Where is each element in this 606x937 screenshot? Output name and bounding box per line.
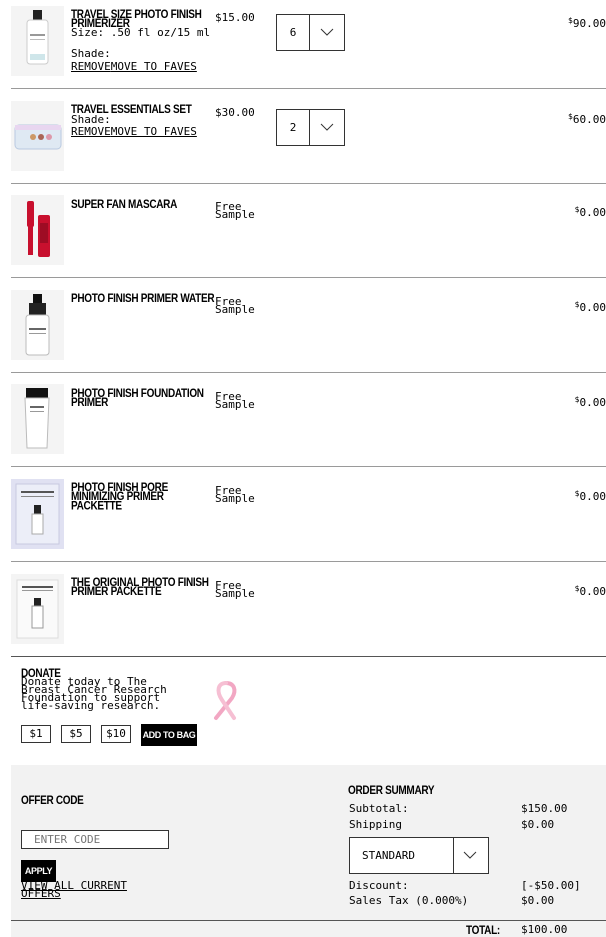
divider [11, 656, 606, 657]
total-value: $100.00 [521, 923, 568, 936]
product-name[interactable]: PHOTO FINISH PORE MINIMIZING PRIMER PACK… [71, 482, 216, 512]
product-image[interactable] [11, 195, 64, 265]
subtotal-label: Subtotal: [349, 802, 409, 815]
line-total: $0.00 [575, 488, 606, 502]
unit-price: Free Sample [215, 579, 255, 600]
donate-amount-1[interactable]: $1 [21, 725, 51, 743]
size-label: Size: [71, 26, 105, 39]
line-total: $60.00 [568, 111, 606, 125]
quantity-select[interactable]: 2 [276, 109, 345, 146]
product-name[interactable]: PHOTO FINISH FOUNDATION PRIMER [71, 388, 216, 409]
line-total: $90.00 [568, 15, 606, 29]
cart-item: PHOTO FINISH PRIMER WATER Free Sample $0… [11, 278, 606, 372]
product-name[interactable]: PHOTO FINISH PRIMER WATER [71, 293, 216, 305]
move-to-faves-link[interactable]: MOVE TO FAVES [111, 60, 197, 73]
quantity-value: 6 [289, 26, 297, 39]
line-total-value: 0.00 [579, 585, 606, 598]
total-label: TOTAL: [466, 925, 500, 937]
line-total: $0.00 [575, 394, 606, 408]
unit-price: Free Sample [215, 295, 255, 316]
sales-tax-value: $0.00 [521, 894, 555, 907]
offer-code-input[interactable] [21, 830, 169, 849]
donate-amount-10[interactable]: $10 [101, 725, 131, 743]
item-actions: REMOVEMOVE TO FAVES [71, 126, 216, 137]
line-total: $0.00 [575, 583, 606, 597]
line-total-value: 0.00 [579, 206, 606, 219]
line-total-value: 0.00 [579, 301, 606, 314]
add-to-bag-button[interactable]: ADD TO BAG [141, 724, 197, 746]
product-shade: Shade: [71, 48, 216, 59]
product-image[interactable] [11, 384, 64, 454]
pink-ribbon-icon [214, 681, 237, 720]
subtotal-value: $150.00 [521, 802, 568, 815]
line-total-value: 0.00 [579, 490, 606, 503]
chevron-down-icon [463, 851, 477, 859]
shipping-method-value: STANDARD [362, 849, 415, 862]
cart-item: THE ORIGINAL PHOTO FINISH PRIMER PACKETT… [11, 562, 606, 656]
product-image[interactable] [11, 101, 64, 171]
product-image[interactable] [11, 6, 64, 76]
move-to-faves-link[interactable]: MOVE TO FAVES [111, 125, 197, 138]
cart-item: PHOTO FINISH FOUNDATION PRIMER Free Samp… [11, 373, 606, 466]
product-name[interactable]: SUPER FAN MASCARA [71, 199, 216, 210]
donate-text: Donate today to The Breast Cancer Resear… [21, 675, 167, 712]
shipping-value: $0.00 [521, 818, 555, 831]
product-image[interactable] [11, 290, 64, 360]
checkout-panel [11, 765, 606, 937]
shade-label: Shade: [71, 47, 111, 60]
cart-item: TRAVEL ESSENTIALS SET Shade: REMOVEMOVE … [11, 89, 606, 183]
product-image[interactable] [11, 574, 64, 644]
shipping-label: Shipping [349, 818, 402, 831]
view-all-offers-link[interactable]: VIEW ALL CURRENT OFFERS [21, 880, 151, 899]
select-divider [309, 110, 310, 145]
unit-price: $30.00 [215, 106, 255, 119]
shipping-method-select[interactable]: STANDARD [349, 837, 489, 874]
product-size: Size: .50 fl oz/15 ml [71, 27, 216, 38]
line-total: $0.00 [575, 204, 606, 218]
discount-label: Discount: [349, 879, 409, 892]
cart-item: SUPER FAN MASCARA Free Sample $0.00 [11, 184, 606, 277]
unit-price: Free Sample [215, 200, 255, 221]
cart-item: TRAVEL SIZE PHOTO FINISH PRIMERIZER Size… [11, 0, 606, 88]
remove-link[interactable]: REMOVE [71, 60, 111, 73]
unit-price: Free Sample [215, 390, 255, 411]
remove-link[interactable]: REMOVE [71, 125, 111, 138]
quantity-select[interactable]: 6 [276, 14, 345, 51]
line-total: $0.00 [575, 299, 606, 313]
unit-price: $15.00 [215, 11, 255, 24]
select-divider [453, 838, 454, 873]
order-summary-title: ORDER SUMMARY [348, 785, 435, 798]
donate-amount-5[interactable]: $5 [61, 725, 91, 743]
item-actions: REMOVEMOVE TO FAVES [71, 61, 216, 72]
chevron-down-icon [320, 28, 334, 36]
cart-item: PHOTO FINISH PORE MINIMIZING PRIMER PACK… [11, 467, 606, 561]
line-total-value: 90.00 [572, 17, 606, 30]
summary-divider [11, 920, 606, 921]
product-name[interactable]: THE ORIGINAL PHOTO FINISH PRIMER PACKETT… [71, 577, 216, 598]
quantity-value: 2 [289, 121, 297, 134]
size-value: .50 fl oz/15 ml [110, 26, 211, 39]
line-total-value: 60.00 [572, 113, 606, 126]
chevron-down-icon [320, 123, 334, 131]
product-shade: Shade: [71, 114, 216, 125]
discount-value: [-$50.00] [521, 879, 581, 892]
product-image[interactable] [11, 479, 64, 549]
select-divider [309, 15, 310, 50]
offer-code-title: OFFER CODE [21, 795, 84, 808]
unit-price: Free Sample [215, 484, 255, 505]
line-total-value: 0.00 [579, 396, 606, 409]
sales-tax-label: Sales Tax (0.000%) [349, 894, 469, 907]
